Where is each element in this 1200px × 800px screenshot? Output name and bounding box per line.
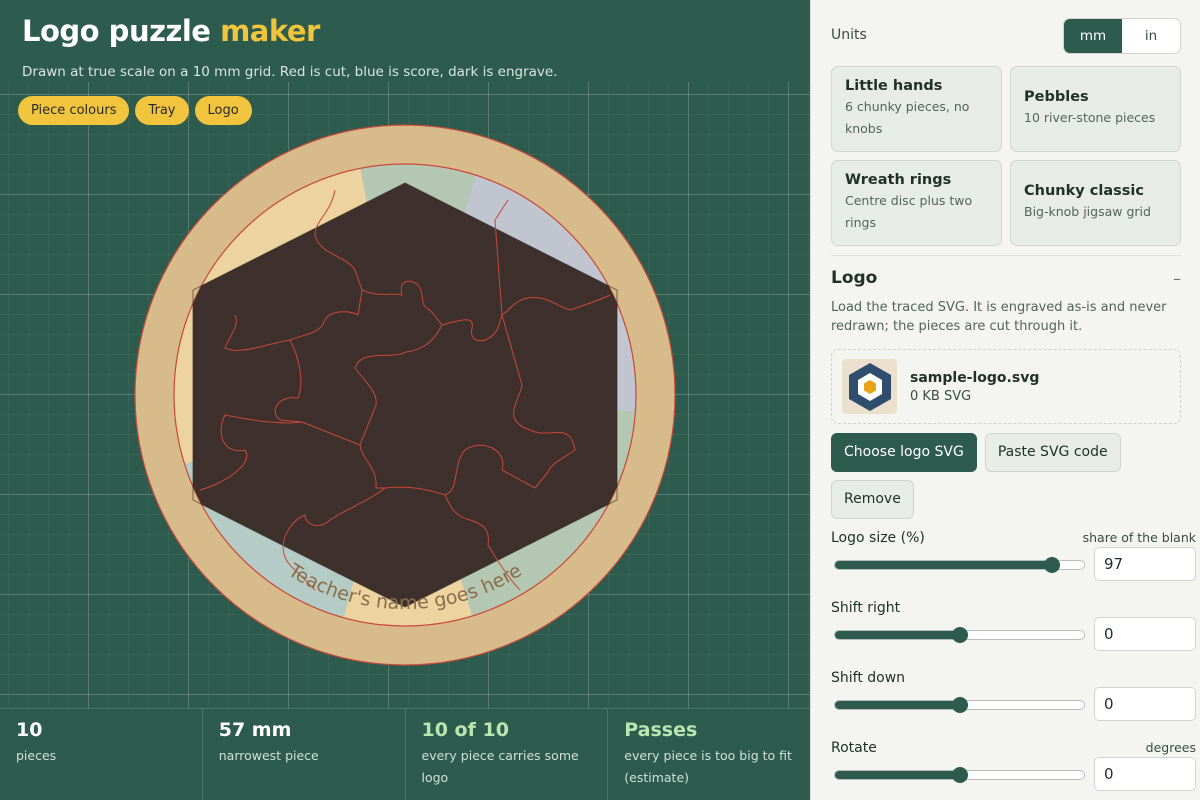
stat-narrowest: 57 mm narrowest piece bbox=[203, 709, 406, 800]
logo-section: Logo – Load the traced SVG. It is engrav… bbox=[831, 268, 1181, 336]
chip-piece-colours[interactable]: Piece colours bbox=[18, 96, 130, 125]
stat-label: every piece carries some logo bbox=[421, 748, 579, 785]
section-divider bbox=[831, 255, 1181, 256]
collapse-icon[interactable]: – bbox=[1173, 269, 1181, 288]
stat-value: 57 mm bbox=[218, 719, 292, 741]
page-subtitle: Drawn at true scale on a 10 mm grid. Red… bbox=[22, 64, 558, 80]
shift-down-slider[interactable] bbox=[834, 697, 1085, 713]
rotate-slider[interactable] bbox=[834, 767, 1085, 783]
control-hint: share of the blank bbox=[1082, 530, 1196, 545]
preset-wreath-rings[interactable]: Wreath rings Centre disc plus two rings bbox=[831, 160, 1002, 246]
logo-size-slider[interactable] bbox=[834, 557, 1085, 573]
logo-section-title: Logo bbox=[831, 268, 878, 288]
remove-logo-button[interactable]: Remove bbox=[831, 480, 914, 519]
loaded-file-card: sample-logo.svg 0 KB SVG bbox=[831, 349, 1181, 424]
stats-bar: 10 pieces 57 mm narrowest piece 10 of 10… bbox=[0, 708, 810, 800]
stat-logo-coverage: 10 of 10 every piece carries some logo bbox=[406, 709, 609, 800]
preset-chunky-classic[interactable]: Chunky classic Big-knob jigsaw grid bbox=[1010, 160, 1181, 246]
control-label: Logo size (%) bbox=[831, 530, 925, 546]
title-accent: maker bbox=[220, 14, 320, 48]
units-toggle: mm in bbox=[1063, 18, 1181, 54]
shift-down-input[interactable]: 0 bbox=[1094, 687, 1196, 721]
preset-desc: 6 chunky pieces, no knobs bbox=[845, 99, 970, 136]
slider-thumb[interactable] bbox=[951, 697, 968, 713]
logo-thumbnail-icon bbox=[842, 359, 897, 414]
title-main: Logo puzzle bbox=[22, 14, 221, 48]
units-in-button[interactable]: in bbox=[1122, 19, 1180, 53]
units-row: Units mm in bbox=[831, 18, 1181, 54]
stat-value: 10 bbox=[16, 719, 43, 741]
file-info: sample-logo.svg 0 KB SVG bbox=[910, 370, 1039, 404]
logo-actions: Choose logo SVG Paste SVG code bbox=[831, 433, 1121, 472]
slider-fill bbox=[835, 561, 1052, 569]
stat-label: every piece is too big to fit (estimate) bbox=[624, 748, 792, 785]
slider-thumb[interactable] bbox=[951, 627, 968, 643]
shift-right-slider[interactable] bbox=[834, 627, 1085, 643]
stat-label: pieces bbox=[16, 748, 57, 763]
logo-section-header[interactable]: Logo – bbox=[831, 268, 1181, 288]
logo-size-input[interactable]: 97 bbox=[1094, 547, 1196, 581]
page-title: Logo puzzle maker bbox=[22, 14, 320, 48]
preset-little-hands[interactable]: Little hands 6 chunky pieces, no knobs bbox=[831, 66, 1002, 152]
slider-fill bbox=[835, 701, 960, 709]
file-size: 0 KB SVG bbox=[910, 388, 972, 404]
preset-desc: 10 river-stone pieces bbox=[1024, 110, 1156, 125]
rotate-input[interactable]: 0 bbox=[1094, 757, 1196, 791]
units-label: Units bbox=[831, 27, 867, 43]
settings-panel: Units mm in Little hands 6 chunky pieces… bbox=[810, 0, 1200, 800]
stat-label: narrowest piece bbox=[218, 748, 319, 763]
puzzle-svg: Teacher's name goes here bbox=[134, 124, 676, 666]
slider-thumb[interactable] bbox=[951, 767, 968, 783]
preset-desc: Big-knob jigsaw grid bbox=[1024, 204, 1151, 219]
slider-fill bbox=[835, 771, 960, 779]
puzzle-preview[interactable]: Teacher's name goes here bbox=[130, 120, 680, 670]
slider-fill bbox=[835, 631, 960, 639]
preset-desc: Centre disc plus two rings bbox=[845, 193, 973, 230]
preset-name: Little hands bbox=[845, 78, 943, 94]
choose-logo-button[interactable]: Choose logo SVG bbox=[831, 433, 977, 472]
control-label: Shift right bbox=[831, 600, 901, 616]
control-label: Shift down bbox=[831, 670, 906, 686]
units-mm-button[interactable]: mm bbox=[1064, 19, 1122, 53]
preset-pebbles[interactable]: Pebbles 10 river-stone pieces bbox=[1010, 66, 1181, 152]
canvas-area: Logo puzzle maker Drawn at true scale on… bbox=[0, 0, 810, 800]
preset-name: Chunky classic bbox=[1024, 183, 1144, 199]
control-hint: degrees bbox=[1145, 740, 1196, 755]
stat-value: 10 of 10 bbox=[421, 719, 509, 741]
stat-pieces: 10 pieces bbox=[0, 709, 203, 800]
shift-right-input[interactable]: 0 bbox=[1094, 617, 1196, 651]
slider-thumb[interactable] bbox=[1043, 557, 1060, 573]
preset-name: Wreath rings bbox=[845, 172, 952, 188]
stat-value: Passes bbox=[624, 719, 698, 741]
control-label: Rotate bbox=[831, 740, 877, 756]
preset-grid: Little hands 6 chunky pieces, no knobs P… bbox=[831, 66, 1181, 246]
file-name: sample-logo.svg bbox=[910, 369, 1040, 386]
stat-safety-check: Passes every piece is too big to fit (es… bbox=[608, 709, 810, 800]
paste-svg-button[interactable]: Paste SVG code bbox=[984, 433, 1121, 472]
logo-description: Load the traced SVG. It is engraved as-i… bbox=[831, 300, 1167, 334]
preset-name: Pebbles bbox=[1024, 89, 1089, 105]
